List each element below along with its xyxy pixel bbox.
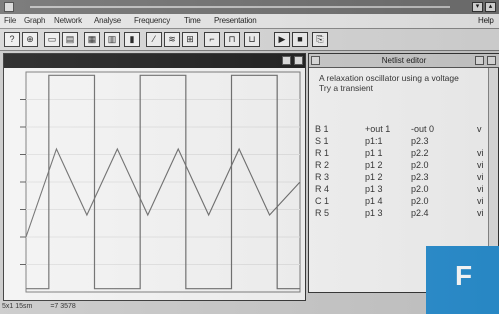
comment-line: Try a transient <box>319 83 374 93</box>
netlist-cell-n1: p1 2 <box>365 172 383 182</box>
maximize-button[interactable]: ▴ <box>485 2 496 12</box>
netlist-row[interactable]: C 1 p1 4 p2.0 vi <box>309 196 489 207</box>
graph-minimize-button[interactable] <box>282 56 291 65</box>
netlist-row[interactable]: R 1 p1 1 p2.2 vi <box>309 148 489 159</box>
menu-presentation[interactable]: Presentation <box>214 16 257 25</box>
print-icon[interactable]: ▤ <box>62 32 78 47</box>
netlist-system-menu-icon[interactable] <box>311 56 320 65</box>
netlist-cell-n2: p2.4 <box>411 208 429 218</box>
copy-icon[interactable]: ⎘ <box>312 32 328 47</box>
status-scale: 5x1 15sm <box>2 303 33 310</box>
menu-frequency[interactable]: Frequency <box>134 16 170 25</box>
netlist-cell-name: R 4 <box>315 184 330 194</box>
waveform-icon[interactable]: ⁄ <box>146 32 162 47</box>
netlist-row[interactable]: B 1 +out 1 -out 0 v <box>309 124 489 135</box>
waveform-chart <box>20 71 301 293</box>
netlist-row[interactable]: S 1 p1:1 p2.3 <box>309 136 489 147</box>
netlist-cell-v: vi <box>477 208 484 218</box>
toolbar: ? ⊕ ▭ ▤ ▦ ▥ ▮ ⁄ ≋ ⊞ ⌐ ⊓ ⊔ ▶ ■ ⎘ <box>0 29 499 51</box>
netlist-row[interactable]: R 3 p1 2 p2.3 vi <box>309 172 489 183</box>
netlist-cell-v: vi <box>477 172 484 182</box>
netlist-cell-n2: p2.2 <box>411 148 429 158</box>
netlist-cell-v: vi <box>477 160 484 170</box>
netlist-cell-name: R 3 <box>315 172 330 182</box>
triangle-wave-series <box>25 147 301 238</box>
netlist-cell-n2: p2.0 <box>411 196 429 206</box>
step-icon[interactable]: ⌐ <box>204 32 220 47</box>
netlist-row[interactable]: R 2 p1 2 p2.0 vi <box>309 160 489 171</box>
stop-icon[interactable]: ■ <box>292 32 308 47</box>
title-bar-fill <box>30 6 450 8</box>
step3-icon[interactable]: ⊔ <box>244 32 260 47</box>
corner-letter: F <box>455 260 473 291</box>
netlist-row[interactable]: R 4 p1 3 p2.0 vi <box>309 184 489 195</box>
pulse-icon[interactable]: ⊞ <box>182 32 198 47</box>
netlist-cell-n2: p2.0 <box>411 160 429 170</box>
netlist-cell-name: R 2 <box>315 160 330 170</box>
netlist-cell-name: R 5 <box>315 208 330 218</box>
netlist-cell-n1: +out 1 <box>365 124 391 134</box>
y-axis-ticks <box>20 99 26 265</box>
menu-time[interactable]: Time <box>184 16 201 25</box>
system-menu-icon[interactable] <box>4 2 14 12</box>
netlist-cell-n1: p1:1 <box>365 136 383 146</box>
netlist-maximize-button[interactable] <box>487 56 496 65</box>
netlist-cell-n1: p1 2 <box>365 160 383 170</box>
menu-file[interactable]: File <box>4 16 16 25</box>
netlist-cell-name: C 1 <box>315 196 330 206</box>
grid-icon[interactable]: ▦ <box>84 32 100 47</box>
netlist-row[interactable]: R 5 p1 3 p2.4 vi <box>309 208 489 219</box>
netlist-cell-n2: p2.0 <box>411 184 429 194</box>
netlist-titlebar: Netlist editor <box>309 54 499 68</box>
title-bar: ▾ ▴ <box>0 0 499 14</box>
menu-analyse[interactable]: Analyse <box>94 16 121 25</box>
status-value: =7 3578 <box>50 303 76 310</box>
cursor-icon[interactable]: ▮ <box>124 32 140 47</box>
netlist-cell-name: B 1 <box>315 124 329 134</box>
netlist-cell-v: vi <box>477 184 484 194</box>
open-icon[interactable]: ▭ <box>44 32 60 47</box>
netlist-cell-v: vi <box>477 148 484 158</box>
graph-window <box>3 53 306 301</box>
netlist-cell-v: vi <box>477 196 484 206</box>
netlist-minimize-button[interactable] <box>475 56 484 65</box>
netlist-cell-n1: p1 3 <box>365 208 383 218</box>
help-icon[interactable]: ? <box>4 32 20 47</box>
netlist-cell-n2: -out 0 <box>411 124 435 134</box>
netlist-cell-name: R 1 <box>315 148 330 158</box>
menu-bar: File Graph Network Analyse Frequency Tim… <box>0 14 499 29</box>
menu-graph[interactable]: Graph <box>24 16 45 25</box>
play-icon[interactable]: ▶ <box>274 32 290 47</box>
graph-status-bar: 5x1 15sm =7 3578 <box>2 303 92 310</box>
netlist-cell-n1: p1 3 <box>365 184 383 194</box>
zoom-icon[interactable]: ⊕ <box>22 32 38 47</box>
menu-network[interactable]: Network <box>54 16 82 25</box>
menu-help[interactable]: Help <box>478 16 494 25</box>
netlist-cell-n1: p1 1 <box>365 148 383 158</box>
netlist-cell-n2: p2.3 <box>411 172 429 182</box>
chart-icon[interactable]: ≋ <box>164 32 180 47</box>
minimize-button[interactable]: ▾ <box>472 2 483 12</box>
netlist-cell-n1: p1 4 <box>365 196 383 206</box>
netlist-title: Netlist editor <box>381 56 427 65</box>
graph-window-titlebar <box>4 54 305 68</box>
comment-line: A relaxation oscillator using a voltage <box>319 73 459 83</box>
netlist-cell-name: S 1 <box>315 136 329 146</box>
step2-icon[interactable]: ⊓ <box>224 32 240 47</box>
netlist-cell-n2: p2.3 <box>411 136 429 146</box>
graph-maximize-button[interactable] <box>294 56 303 65</box>
netlist-cell-v: v <box>477 124 482 134</box>
netlist-comment[interactable]: A relaxation oscillator using a voltage … <box>319 73 459 93</box>
scale-icon[interactable]: ▥ <box>104 32 120 47</box>
